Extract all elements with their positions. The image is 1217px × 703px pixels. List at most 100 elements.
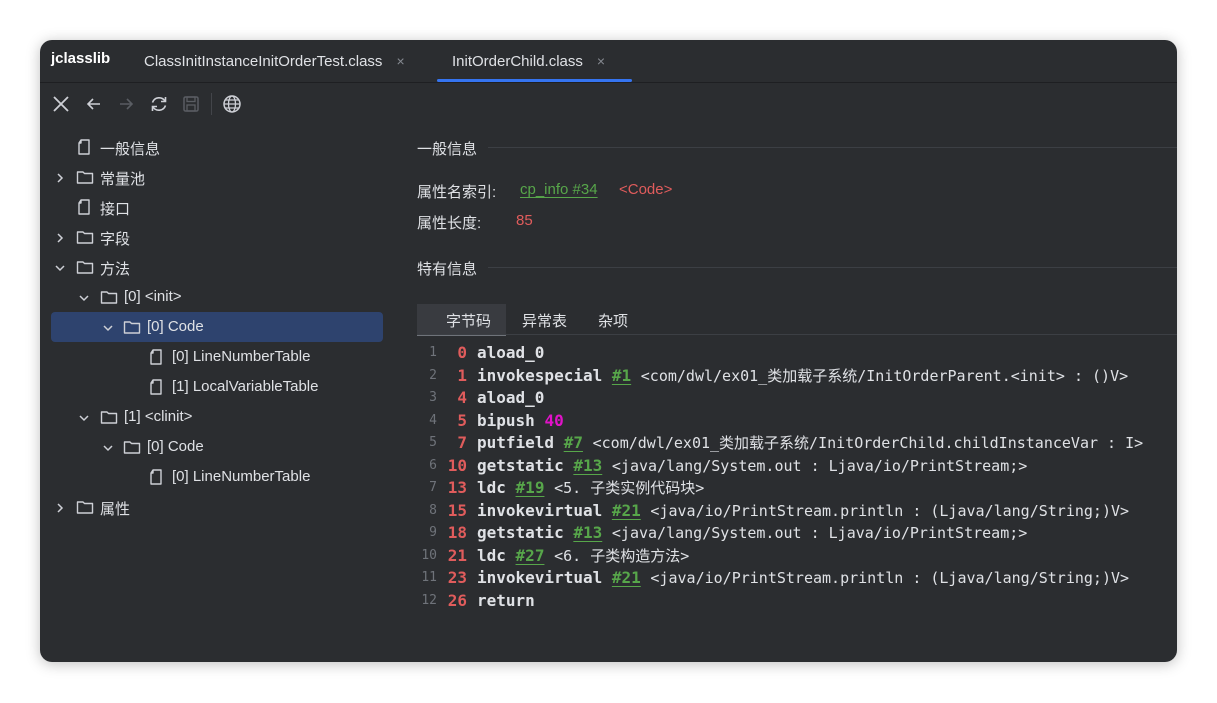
tab-label: InitOrderChild.class [452,52,583,70]
tree-item-label: [0] LineNumberTable [172,468,311,485]
tab-classinit[interactable]: ClassInitInstanceInitOrderTest.class × [144,40,405,82]
tree-item-label: [1] LocalVariableTable [172,378,319,395]
line-number: 5 [429,435,437,450]
constant-pool-ref-link[interactable]: #21 [612,501,641,520]
name-index-label: 属性名索引: [417,184,497,201]
file-icon [148,378,166,396]
bytecode-offset: 23 [447,568,467,587]
folder-icon [76,168,94,186]
tree-item-method-clinit[interactable]: [1] <clinit> [40,402,383,432]
folder-icon [76,258,94,276]
active-tab-indicator [437,79,632,82]
constant-pool-ref-link[interactable]: #27 [516,546,545,565]
app-title: jclasslib [51,50,111,67]
constant-pool-ref-link[interactable]: #19 [516,478,545,497]
chevron-down-icon[interactable] [54,261,66,273]
tree-item-label: 常量池 [100,171,146,188]
operand-comment: <com/dwl/ex01_类加载子系统/InitOrderChild.chil… [592,434,1144,452]
save-icon[interactable] [180,93,202,115]
tree-item-init-code[interactable]: [0] Code [51,312,383,342]
chevron-down-icon[interactable] [102,321,114,333]
tree-item-constant-pool[interactable]: 常量池 [40,162,383,192]
tree-item-label: [0] LineNumberTable [172,348,311,365]
opcode: invokevirtual [477,500,603,520]
tab-close-icon[interactable]: × [597,53,605,69]
line-number: 8 [429,502,437,518]
opcode: ldc [477,545,506,565]
back-arrow-icon[interactable] [83,93,105,115]
close-icon[interactable] [50,93,72,115]
opcode: getstatic [477,523,564,542]
tree-item-init-linenumbertable[interactable]: [0] LineNumberTable [40,342,383,372]
attribute-length-value: 85 [516,212,533,229]
chevron-down-icon[interactable] [78,411,90,423]
specific-info-heading: 特有信息 [417,261,478,278]
tree-item-methods[interactable]: 方法 [40,252,383,282]
bytecode-offset: 0 [457,343,467,362]
constant-pool-ref-link[interactable]: #13 [573,523,602,542]
tab-label: ClassInitInstanceInitOrderTest.class [144,52,383,70]
tab-bar: jclasslib ClassInitInstanceInitOrderTest… [40,40,1177,83]
toolbar-separator [211,93,212,115]
file-icon [148,468,166,486]
section-divider [488,267,1177,268]
folder-icon [123,318,141,336]
tab-misc[interactable]: 杂项 [598,310,628,331]
globe-icon[interactable] [221,93,243,115]
file-icon [76,198,94,216]
bytecode-instruction-text: aload_0 [477,342,544,365]
forward-arrow-icon[interactable] [115,93,137,115]
folder-icon [76,498,94,516]
tree-item-fields[interactable]: 字段 [40,222,383,252]
operand-comment: <com/dwl/ex01_类加载子系统/InitOrderParent.<in… [640,366,1129,385]
operand-comment: <java/io/PrintStream.println : (Ljava/la… [650,501,1130,520]
tab-exception-table[interactable]: 异常表 [522,310,567,331]
bytecode-instruction-text: ldc #19 <5. 子类实例代码块> [477,477,704,500]
tab-close-icon[interactable]: × [396,53,404,69]
tree-item-attributes[interactable]: 属性 [40,492,383,522]
constant-pool-ref-link[interactable]: #13 [573,456,602,475]
tree-item-interfaces[interactable]: 接口 [40,192,383,222]
opcode: invokespecial [477,365,603,385]
tree-item-clinit-linenumbertable[interactable]: [0] LineNumberTable [40,462,383,492]
bytecode-offset: 7 [457,433,467,452]
chevron-down-icon[interactable] [78,291,90,303]
chevron-right-icon[interactable] [54,501,66,513]
chevron-right-icon[interactable] [54,231,66,243]
tab-initorderchild[interactable]: InitOrderChild.class × [452,40,605,82]
bytecode-offset: 13 [447,478,467,497]
tab-bytecode[interactable]: 字节码 [446,310,491,331]
bytecode-offset: 4 [457,388,467,407]
tree-item-init-localvariabletable[interactable]: [1] LocalVariableTable [40,372,383,402]
opcode: getstatic [477,455,564,475]
constant-pool-ref-link[interactable]: #7 [564,433,583,452]
toolbar [40,83,400,127]
chevron-right-icon[interactable] [54,171,66,183]
bytecode-offset: 1 [457,365,467,385]
tree-item-clinit-code[interactable]: [0] Code [40,432,383,462]
opcode: invokevirtual [477,568,603,587]
tree-item-label: [0] Code [147,318,204,335]
folder-icon [100,288,118,306]
section-divider [488,147,1177,148]
bytecode-instruction-text: putfield #7 <com/dwl/ex01_类加载子系统/InitOrd… [477,432,1143,455]
opcode: ldc [477,478,506,497]
operand-comment: <java/io/PrintStream.println : (Ljava/la… [650,569,1130,587]
constant-pool-ref-link[interactable]: #1 [612,366,631,385]
line-number: 4 [429,412,437,428]
attribute-length-label: 属性长度: [417,215,482,232]
chevron-down-icon[interactable] [102,441,114,453]
folder-icon [100,408,118,426]
line-number: 10 [421,547,437,563]
constant-pool-ref-link[interactable]: #21 [612,568,641,587]
attribute-name-value: <Code> [619,181,673,198]
bytecode-instruction-text: ldc #27 <6. 子类构造方法> [477,545,689,568]
bytecode-instruction-text: invokevirtual #21 <java/io/PrintStream.p… [477,567,1129,590]
tree-item-general-info[interactable]: 一般信息 [40,132,383,162]
general-info-heading: 一般信息 [417,141,478,158]
tree-item-label: 属性 [100,501,131,518]
refresh-icon[interactable] [148,93,170,115]
tree-item-method-init[interactable]: [0] <init> [40,282,383,312]
line-number: 2 [429,367,437,383]
cp-info-link[interactable]: cp_info #34 [520,181,598,198]
